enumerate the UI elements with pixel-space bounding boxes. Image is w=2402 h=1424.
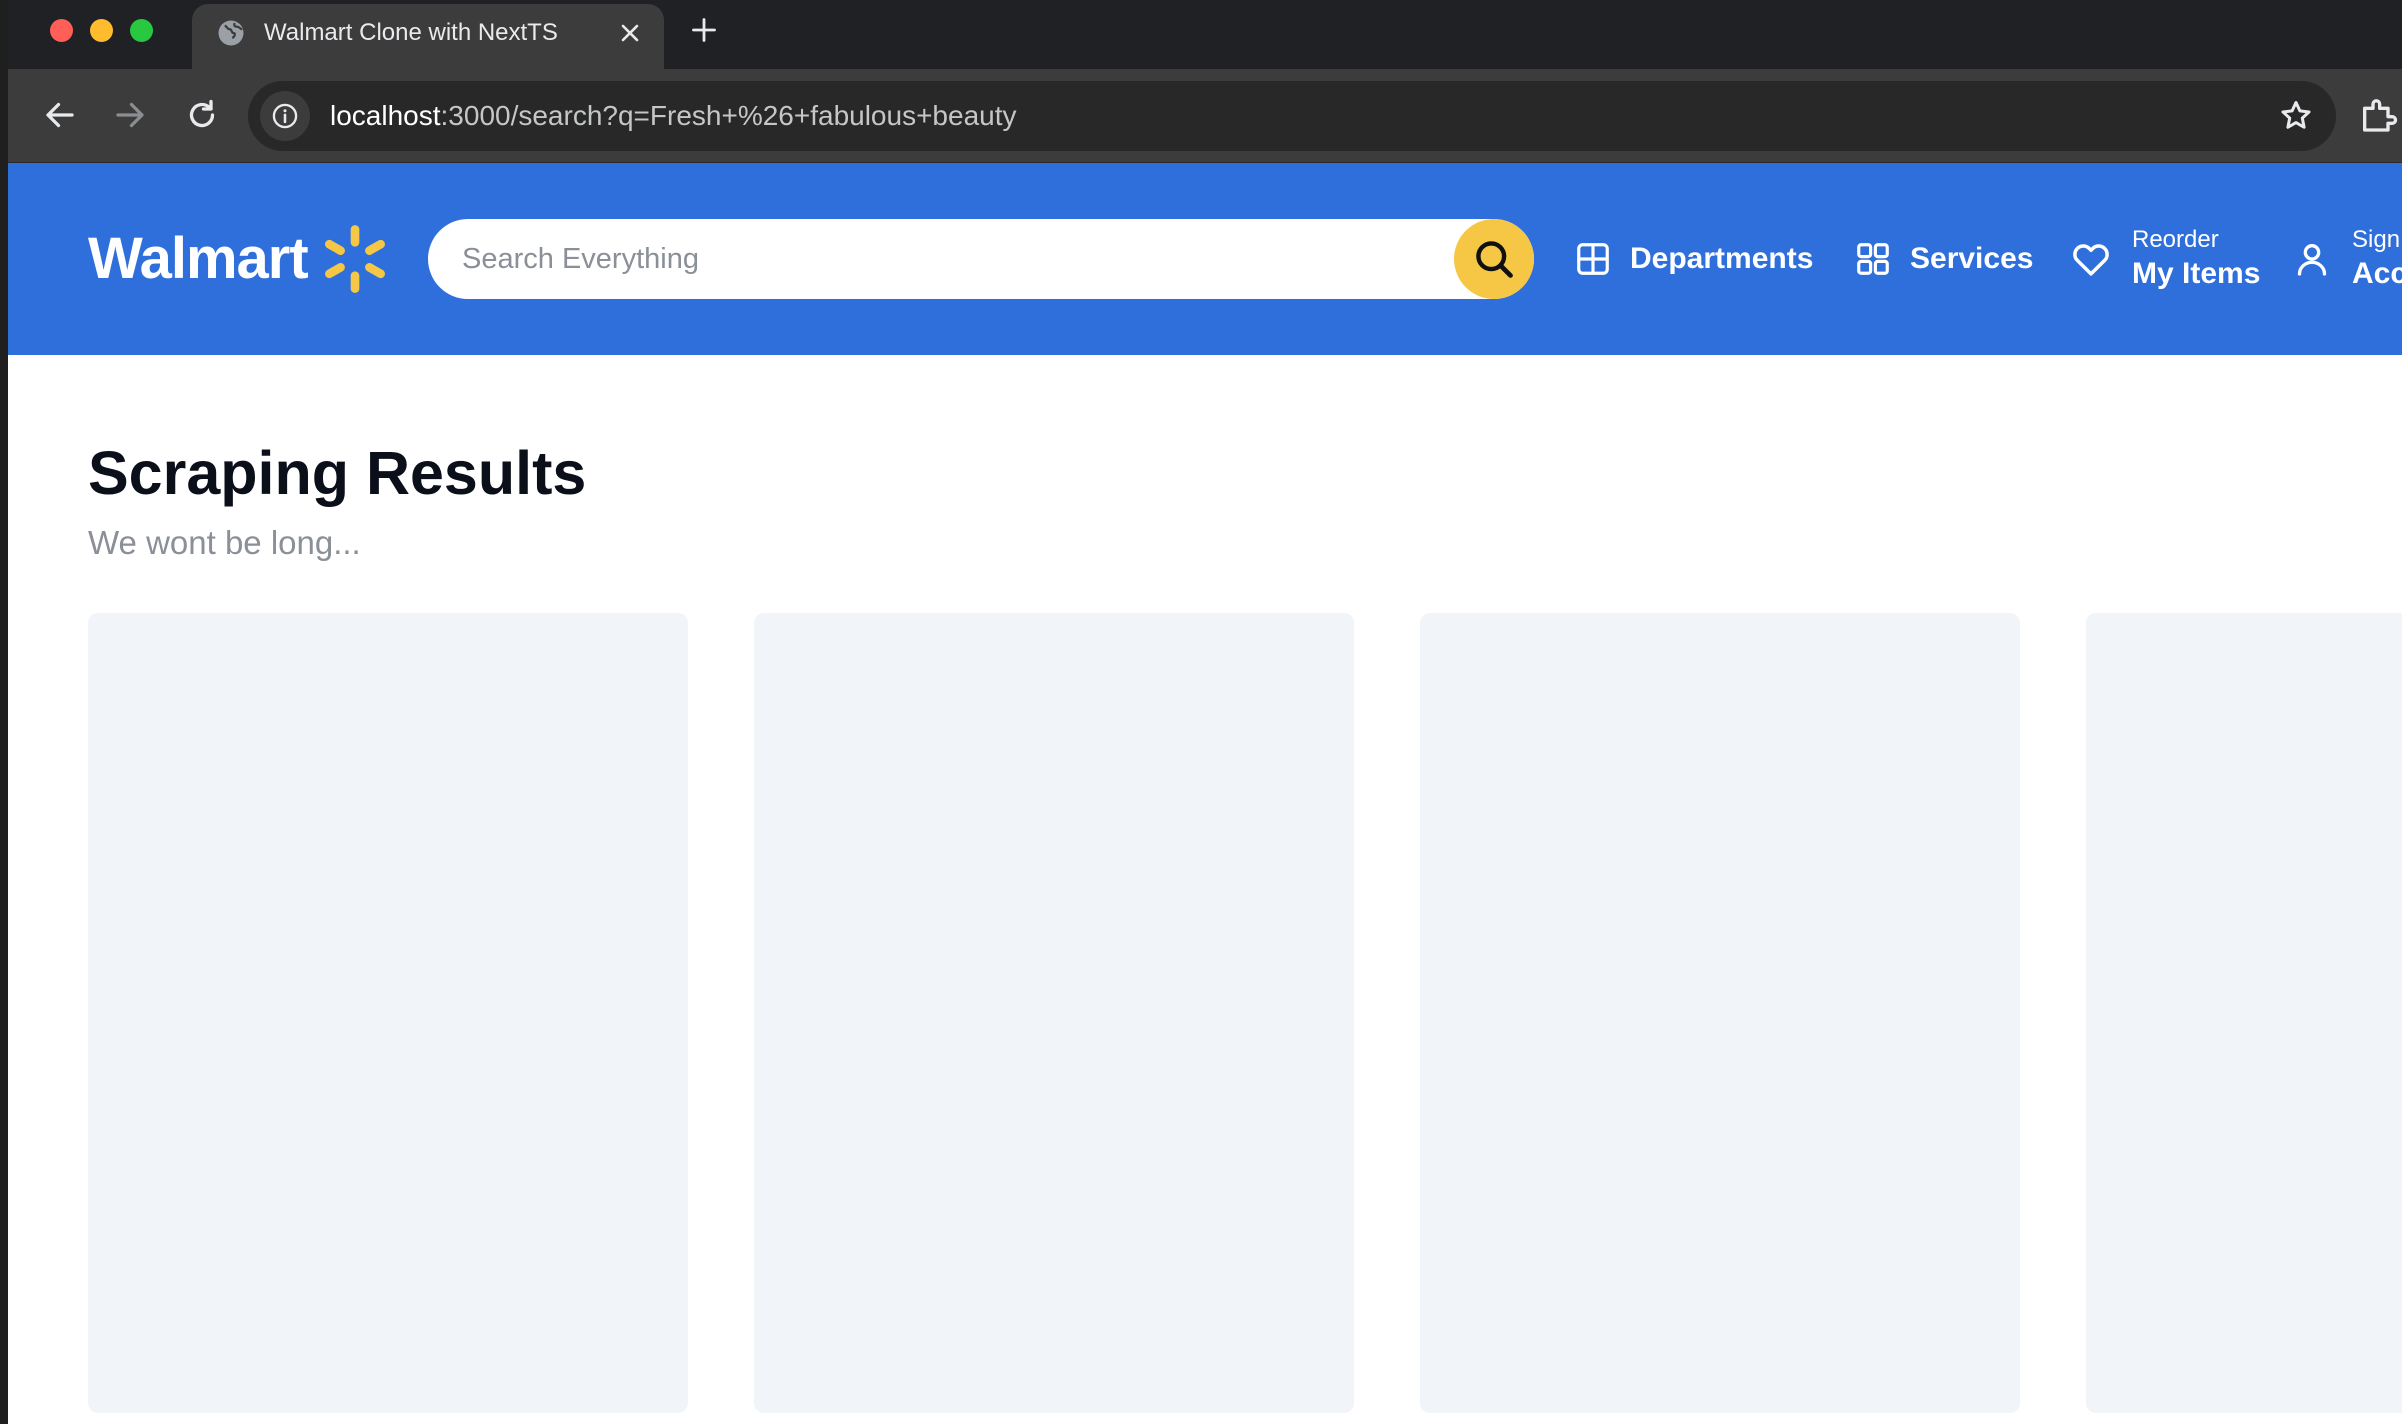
my-items-label: My Items: [2132, 257, 2261, 290]
apps-icon: [1857, 243, 1889, 275]
zoom-window-button[interactable]: [130, 19, 153, 42]
url-path: :3000/search?q=Fresh+%26+fabulous+beauty: [440, 100, 1017, 131]
skeleton-card: [1420, 613, 2020, 1413]
globe-icon: [218, 20, 244, 46]
site-info-button[interactable]: [260, 91, 310, 141]
results-grid: [88, 613, 2402, 1413]
site-header: Walmart Search Everything Departments Se…: [8, 163, 2402, 355]
back-arrow-icon[interactable]: [42, 97, 78, 133]
extensions-puzzle-icon[interactable]: [2358, 95, 2398, 135]
page-title: Scraping Results: [88, 439, 587, 507]
close-window-button[interactable]: [50, 19, 73, 42]
spark-logo-icon: [324, 225, 385, 293]
skeleton-card: [2086, 613, 2402, 1413]
account-link[interactable]: Sign In Account: [2292, 219, 2402, 299]
reorder-text: Reorder My Items: [2132, 225, 2260, 293]
close-tab-icon[interactable]: [618, 21, 642, 45]
services-label: Services: [1910, 242, 2034, 275]
url-host: localhost: [330, 100, 441, 131]
reload-icon[interactable]: [184, 97, 220, 133]
search-button[interactable]: [1454, 219, 1534, 299]
reorder-my-items-link[interactable]: Reorder My Items: [2070, 219, 2260, 299]
reorder-label: Reorder: [2132, 226, 2219, 253]
forward-arrow-icon[interactable]: [112, 97, 148, 133]
account-text: Sign In Account: [2352, 225, 2402, 293]
minimize-window-button[interactable]: [90, 19, 113, 42]
browser-toolbar: localhost:3000/search?q=Fresh+%26+fabulo…: [8, 69, 2402, 163]
tab-strip: Walmart Clone with NextTS: [8, 0, 2402, 69]
tab-title: Walmart Clone with NextTS: [264, 19, 558, 46]
logo-text: Walmart: [88, 226, 309, 291]
skeleton-card: [754, 613, 1354, 1413]
heart-icon: [2073, 244, 2109, 276]
services-link[interactable]: Services: [1854, 219, 2033, 299]
url-text[interactable]: localhost:3000/search?q=Fresh+%26+fabulo…: [330, 100, 1017, 132]
search-icon: [1476, 241, 1513, 278]
grid-icon: [1577, 243, 1609, 275]
search-input[interactable]: [460, 237, 1420, 281]
browser-tab[interactable]: Walmart Clone with NextTS: [192, 4, 664, 69]
info-icon: [272, 103, 298, 129]
account-label: Account: [2352, 257, 2402, 290]
main-content: Scraping Results We wont be long...: [8, 355, 2402, 1424]
bookmark-star-icon[interactable]: [2278, 98, 2314, 134]
user-icon: [2297, 244, 2327, 276]
address-bar[interactable]: localhost:3000/search?q=Fresh+%26+fabulo…: [248, 81, 2336, 151]
sign-in-label: Sign In: [2352, 226, 2402, 253]
browser-window: Walmart Clone with NextTS localhost:3000…: [8, 0, 2402, 1424]
search-bar: [428, 219, 1534, 299]
departments-link[interactable]: Departments: [1574, 219, 1813, 299]
new-tab-icon[interactable]: [690, 16, 718, 44]
departments-label: Departments: [1630, 242, 1814, 275]
page-subtitle: We wont be long...: [88, 524, 361, 561]
walmart-logo[interactable]: Walmart: [88, 219, 392, 299]
skeleton-card: [88, 613, 688, 1413]
